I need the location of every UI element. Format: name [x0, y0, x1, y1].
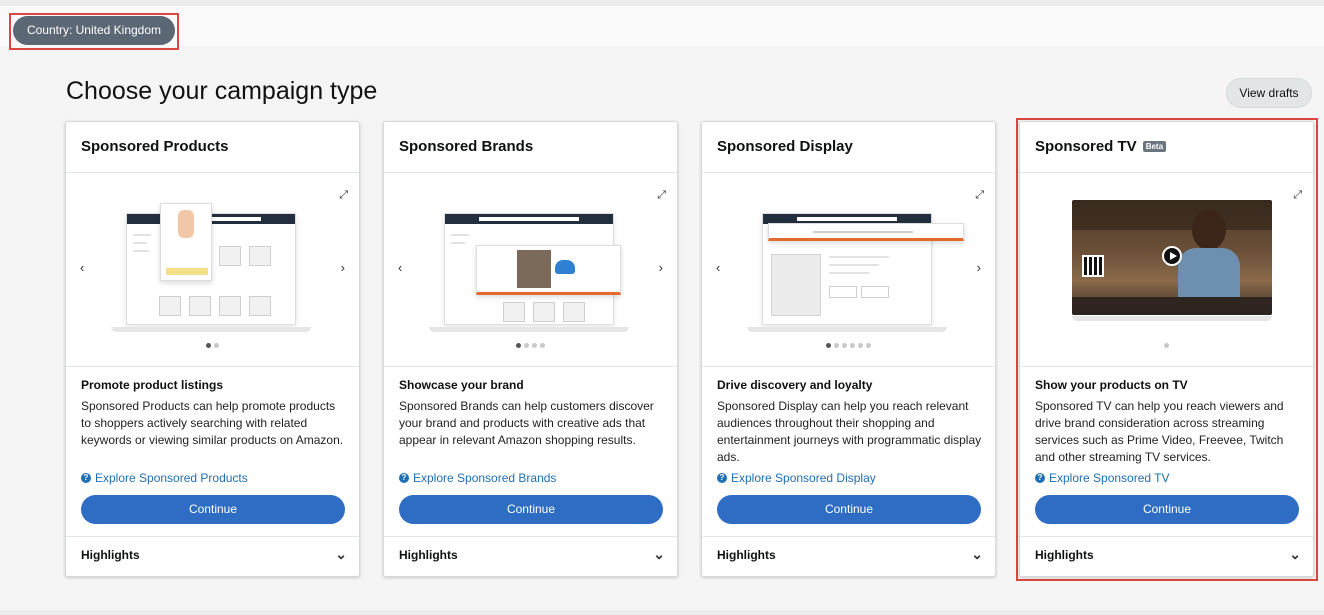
highlights-toggle[interactable]: Highlights ⌄	[81, 546, 347, 568]
divider	[66, 536, 359, 537]
card-subtitle: Promote product listings	[81, 378, 224, 392]
divider	[384, 536, 677, 537]
help-icon: ?	[1035, 473, 1045, 483]
chevron-left-icon[interactable]: ‹	[716, 260, 720, 275]
card-sponsored-tv: Sponsored TV Beta ⤢ Show your products on…	[1019, 121, 1314, 577]
card-description: Sponsored Products can help promote prod…	[81, 399, 344, 447]
continue-button[interactable]: Continue	[1035, 495, 1299, 524]
preview-carousel: ⤢	[1020, 173, 1313, 366]
tv-ad-video-thumbnail[interactable]	[1072, 200, 1272, 315]
browser-bar	[445, 214, 613, 224]
product-preview-illustration	[106, 203, 321, 333]
carousel-dots	[702, 343, 995, 348]
card-sponsored-products: Sponsored Products ⤢ ‹ › Promote product…	[65, 121, 360, 577]
card-subtitle: Drive discovery and loyalty	[717, 378, 873, 392]
divider	[1020, 366, 1313, 367]
brand-preview-illustration	[424, 203, 639, 333]
chevron-left-icon[interactable]: ‹	[398, 260, 402, 275]
qr-code-icon	[1082, 255, 1104, 277]
card-title: Sponsored Display	[717, 138, 853, 155]
explore-link[interactable]: ? Explore Sponsored Products	[81, 471, 248, 485]
help-icon: ?	[399, 473, 409, 483]
carousel-dots	[66, 343, 359, 348]
divider	[702, 536, 995, 537]
preview-carousel: ⤢ ‹ ›	[702, 173, 995, 366]
divider	[702, 366, 995, 367]
carousel-dots	[1020, 343, 1313, 348]
card-title: Sponsored Brands	[399, 138, 534, 155]
divider	[1020, 536, 1313, 537]
card-description: Sponsored Display can help you reach rel…	[717, 399, 982, 464]
display-preview-illustration	[742, 203, 964, 333]
explore-link[interactable]: ? Explore Sponsored Display	[717, 471, 876, 485]
chevron-right-icon[interactable]: ›	[659, 260, 663, 275]
brand-banner	[476, 245, 621, 295]
highlights-toggle[interactable]: Highlights ⌄	[1035, 546, 1301, 568]
card-description: Sponsored Brands can help customers disc…	[399, 399, 654, 447]
top-bar	[0, 6, 1324, 46]
chevron-right-icon[interactable]: ›	[977, 260, 981, 275]
card-title: Sponsored Products	[81, 138, 229, 155]
chevron-left-icon[interactable]: ‹	[80, 260, 84, 275]
help-icon: ?	[717, 473, 727, 483]
highlights-toggle[interactable]: Highlights ⌄	[717, 546, 983, 568]
preview-carousel: ⤢ ‹ ›	[384, 173, 677, 366]
person-head	[1192, 210, 1226, 250]
expand-icon[interactable]: ⤢	[1293, 189, 1302, 202]
card-subtitle: Show your products on TV	[1035, 378, 1188, 392]
country-selector[interactable]: Country: United Kingdom	[13, 16, 175, 45]
continue-button[interactable]: Continue	[399, 495, 663, 524]
view-drafts-button[interactable]: View drafts	[1226, 78, 1312, 108]
help-icon: ?	[81, 473, 91, 483]
expand-icon[interactable]: ⤢	[975, 189, 984, 202]
continue-button[interactable]: Continue	[81, 495, 345, 524]
display-ad-banner	[768, 223, 964, 241]
sponsored-product-popup	[160, 203, 212, 281]
highlights-toggle[interactable]: Highlights ⌄	[399, 546, 665, 568]
card-subtitle: Showcase your brand	[399, 378, 524, 392]
card-sponsored-brands: Sponsored Brands ⤢ ‹ › Showcase your bra	[383, 121, 678, 577]
explore-link[interactable]: ? Explore Sponsored Brands	[399, 471, 556, 485]
card-description: Sponsored TV can help you reach viewers …	[1035, 399, 1284, 464]
expand-icon[interactable]: ⤢	[657, 189, 666, 202]
carousel-dots	[384, 343, 677, 348]
preview-carousel: ⤢ ‹ ›	[66, 173, 359, 366]
page-title: Choose your campaign type	[66, 77, 378, 105]
beta-badge: Beta	[1142, 141, 1167, 152]
card-title: Sponsored TV Beta	[1035, 138, 1167, 155]
chevron-down-icon: ⌄	[335, 546, 347, 562]
explore-link[interactable]: ? Explore Sponsored TV	[1035, 471, 1170, 485]
chevron-down-icon: ⌄	[1289, 546, 1301, 562]
card-sponsored-display: Sponsored Display ⤢ ‹ › Drive discovery	[701, 121, 996, 577]
expand-icon[interactable]: ⤢	[339, 189, 348, 202]
chevron-down-icon: ⌄	[653, 546, 665, 562]
play-icon[interactable]	[1162, 246, 1182, 266]
continue-button[interactable]: Continue	[717, 495, 981, 524]
divider	[384, 366, 677, 367]
divider	[66, 366, 359, 367]
chevron-right-icon[interactable]: ›	[341, 260, 345, 275]
chevron-down-icon: ⌄	[971, 546, 983, 562]
